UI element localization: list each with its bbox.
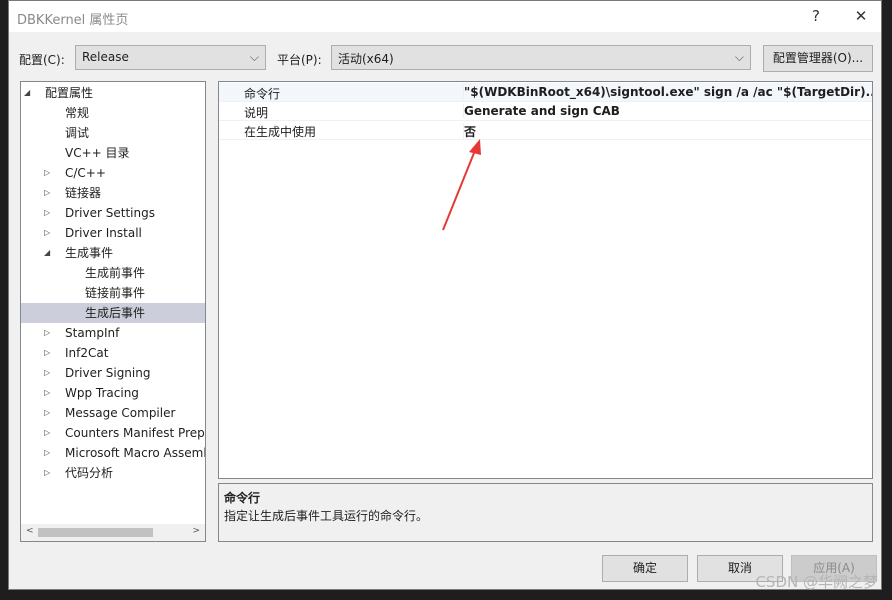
watermark: CSDN @华阙之梦 bbox=[755, 573, 878, 591]
arrow-head bbox=[469, 139, 481, 155]
annotation-arrow bbox=[442, 139, 481, 231]
arrow-shaft bbox=[442, 147, 477, 231]
